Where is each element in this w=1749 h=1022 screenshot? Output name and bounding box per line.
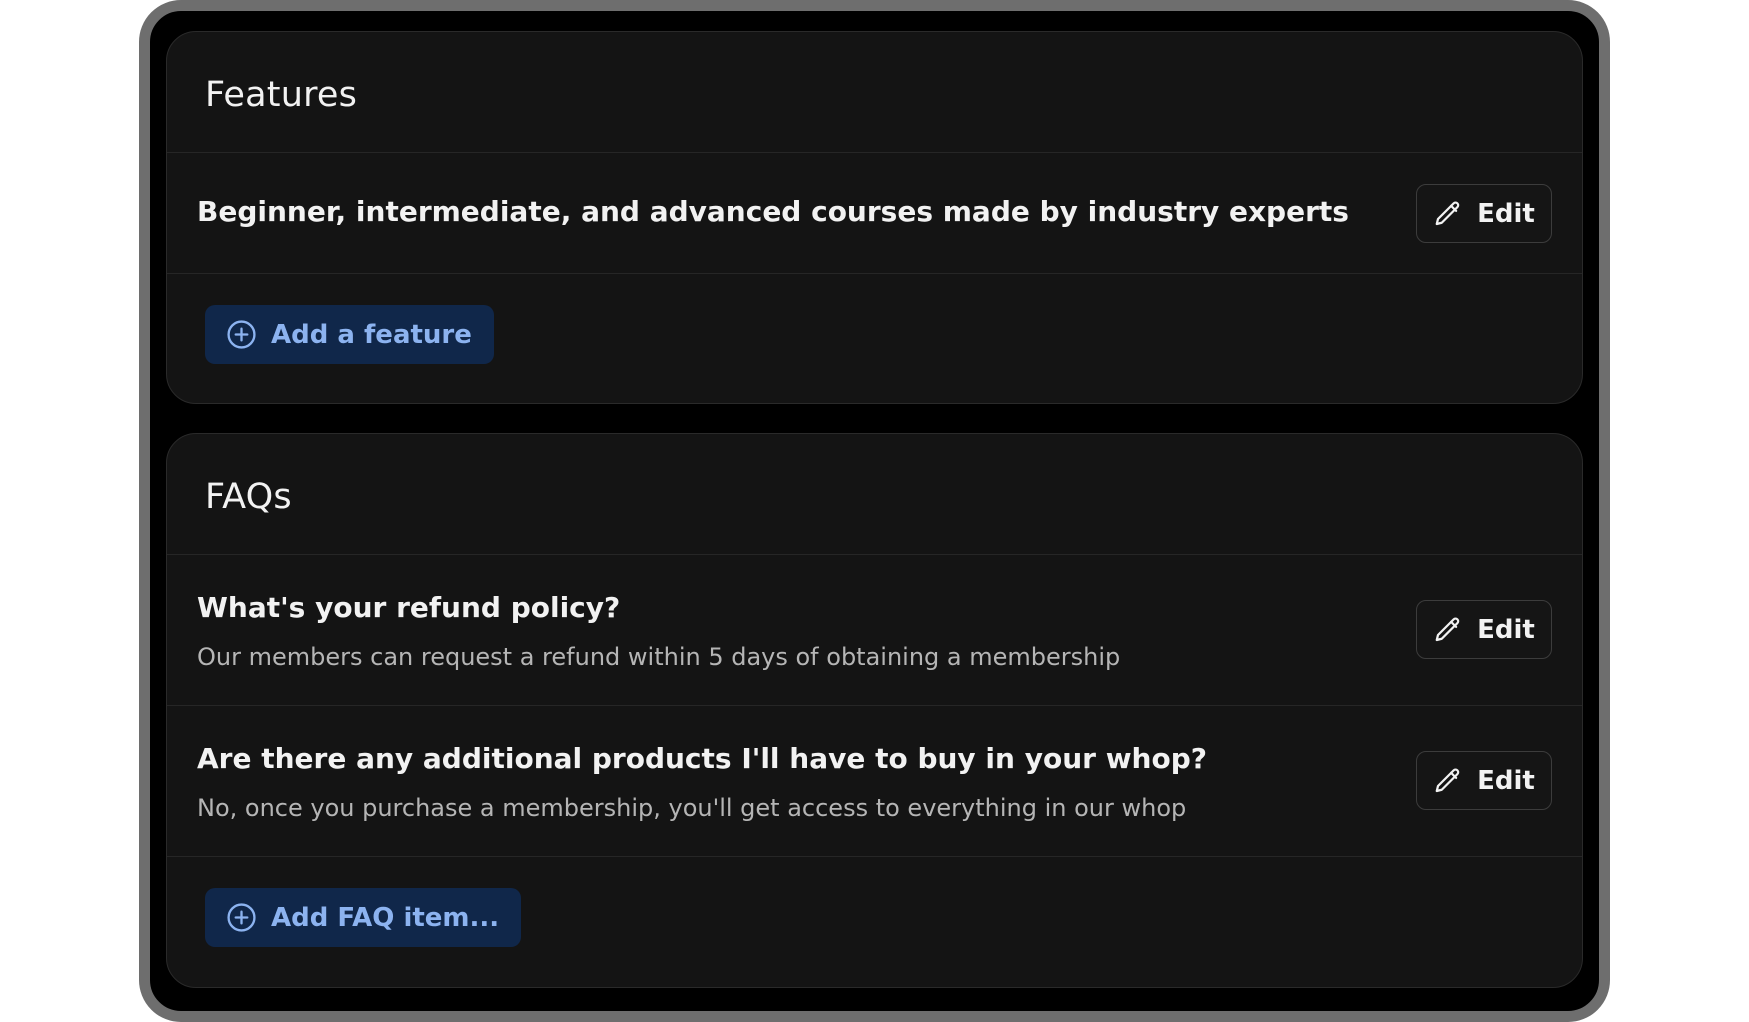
faq-question: Are there any additional products I'll h… — [197, 742, 1208, 775]
add-feature-button[interactable]: Add a feature — [205, 305, 494, 364]
edit-label: Edit — [1477, 614, 1535, 645]
faq-answer: No, once you purchase a membership, you'… — [197, 794, 1187, 822]
faqs-title: FAQs — [205, 477, 292, 517]
add-faq-label: Add FAQ item... — [271, 902, 500, 933]
edit-label: Edit — [1477, 765, 1535, 796]
faq-question: What's your refund policy? — [197, 591, 621, 624]
pencil-icon — [1435, 767, 1460, 792]
device-frame: Features Beginner, intermediate, and adv… — [139, 0, 1610, 1022]
pencil-icon — [1435, 200, 1460, 225]
edit-faq-button[interactable]: Edit — [1416, 600, 1552, 659]
features-header: Features — [167, 32, 1582, 153]
edit-label: Edit — [1477, 198, 1535, 229]
faq-item: What's your refund policy? Our members c… — [167, 555, 1582, 706]
edit-faq-button[interactable]: Edit — [1416, 751, 1552, 810]
faq-item: Are there any additional products I'll h… — [167, 706, 1582, 857]
feature-item: Beginner, intermediate, and advanced cou… — [167, 153, 1582, 274]
pencil-icon — [1435, 616, 1460, 641]
add-faq-button[interactable]: Add FAQ item... — [205, 888, 522, 947]
faqs-card: FAQs What's your refund policy? Our memb… — [166, 433, 1583, 988]
features-card: Features Beginner, intermediate, and adv… — [166, 31, 1583, 404]
features-title: Features — [205, 75, 358, 115]
faq-answer: Our members can request a refund within … — [197, 643, 1121, 671]
plus-circle-icon — [227, 320, 256, 349]
feature-text: Beginner, intermediate, and advanced cou… — [197, 195, 1349, 228]
edit-feature-button[interactable]: Edit — [1416, 184, 1552, 243]
plus-circle-icon — [227, 903, 256, 932]
add-feature-label: Add a feature — [271, 319, 472, 350]
faqs-header: FAQs — [167, 434, 1582, 555]
